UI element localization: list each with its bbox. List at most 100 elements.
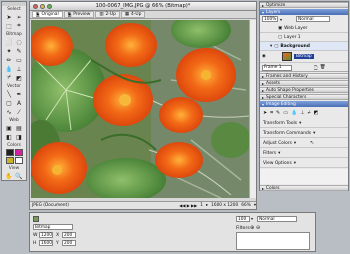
transform-commands-label: Transform Commands	[263, 130, 312, 136]
layer-opacity-field[interactable]: 100%	[262, 16, 278, 22]
pointer-tool-icon[interactable]: ➤	[5, 13, 13, 21]
inspector-remove-filter-icon[interactable]: ⊖	[256, 225, 260, 231]
adjust-colors-item[interactable]: Adjust Colors ▾ ↖	[260, 139, 348, 148]
layer-blend-select[interactable]: Normal	[296, 16, 331, 22]
stroke-color-swatch-2[interactable]	[6, 157, 14, 164]
slice-tool-icon[interactable]: ▤	[15, 124, 23, 132]
show-slices-icon[interactable]: ◨	[15, 133, 23, 141]
hotspot-tool-icon[interactable]: ▣	[5, 124, 13, 132]
vertical-scrollbar[interactable]	[249, 20, 256, 198]
inspector-opacity-field-2[interactable]: 100	[236, 216, 250, 222]
web-layer-icon: ▣	[278, 25, 283, 31]
paint-bucket-tool-icon[interactable]: ◩	[15, 74, 23, 82]
view-options-item[interactable]: View Options ▾	[260, 159, 348, 168]
tab-preview[interactable]: 🗎 Preview	[63, 11, 95, 18]
ie-crop-icon[interactable]: ⌗	[270, 110, 273, 116]
status-zoom[interactable]: 66%	[241, 203, 251, 208]
brush-tool-icon[interactable]: ✎	[15, 47, 23, 55]
tab-original[interactable]: 🗎 Original	[32, 11, 63, 18]
hide-slices-icon[interactable]: ◧	[5, 133, 13, 141]
optimize-panel-header[interactable]: ▸ Optimize	[260, 2, 348, 8]
tab-4up[interactable]: ▦ 4-Up	[120, 11, 146, 18]
line-tool-icon[interactable]: ╲	[5, 90, 13, 98]
rectangle-tool-icon[interactable]: ▢	[5, 99, 13, 107]
trash-icon[interactable]: 🗑	[320, 65, 326, 70]
minimize-button[interactable]	[40, 4, 45, 9]
window-controls	[33, 4, 52, 9]
magic-wand-tool-icon[interactable]: ✦	[5, 47, 13, 55]
tools-panel: Select ➤ ➢ ⬚ ⌗ Bitmap ⬜ ◌ ✦ ✎ ✏ ▭ 💧 ⊥ ⌿ …	[1, 1, 27, 181]
fill-color-swatch-2[interactable]	[15, 157, 23, 164]
zoom-button[interactable]	[47, 4, 52, 9]
document-titlebar[interactable]: 100-0067_IMG.JPG @ 66% (Bitmap)*	[30, 2, 256, 11]
colors-section-label: Colors	[7, 143, 21, 148]
scale-tool-icon[interactable]: ⬚	[5, 22, 13, 30]
status-page: 1	[200, 203, 203, 208]
height-field[interactable]: 1600	[39, 240, 53, 246]
ie-stamp-icon[interactable]: ⊥	[300, 110, 304, 116]
image-canvas[interactable]	[31, 20, 249, 198]
layers-footer: Frame 1 🗋 🗑	[260, 64, 348, 72]
transform-tools-item[interactable]: Transform Tools ▾	[260, 119, 348, 128]
play-control-icons[interactable]: ◀◀ ▶ ▶▶	[179, 203, 197, 208]
inspector-add-filter-icon[interactable]: ⊕	[250, 225, 254, 231]
x-field[interactable]: 200	[62, 232, 76, 238]
object-name-field[interactable]: Bitmap	[33, 224, 73, 230]
assets-panel-header[interactable]: ▸ Assets	[260, 80, 348, 86]
assets-expand-icon: ▸	[262, 80, 265, 86]
tab-2up[interactable]: ▥ 2-Up	[95, 11, 120, 18]
inspector-opacity-arrow-icon[interactable]: ▾	[251, 216, 253, 221]
flower-top-left	[31, 26, 73, 66]
inspector-blend-mode-select-2[interactable]: Normal	[257, 216, 297, 222]
transform-commands-item[interactable]: Transform Commands ▾	[260, 129, 348, 138]
fill-color-swatch[interactable]	[15, 149, 23, 156]
subselect-tool-icon[interactable]: ➢	[15, 13, 23, 21]
frames-history-panel-header[interactable]: ▸ Frames and History	[260, 73, 348, 79]
lasso-tool-icon[interactable]: ◌	[15, 38, 23, 46]
zoom-tool-icon[interactable]: 🔍	[15, 172, 23, 180]
layer-row-bitmap[interactable]: ◉ Bitmap	[260, 51, 348, 63]
width-field[interactable]: 1200	[39, 232, 53, 238]
marquee-tool-icon[interactable]: ⬜	[5, 38, 13, 46]
inspector-filters-list[interactable]	[236, 232, 310, 250]
layer-row-web[interactable]: ▣ Web Layer	[260, 24, 348, 33]
ie-brush-icon[interactable]: ✎	[276, 110, 280, 116]
text-tool-icon[interactable]: A	[15, 99, 23, 107]
pencil-tool-icon[interactable]: ✏	[5, 56, 13, 64]
frame-select[interactable]: Frame 1	[262, 64, 292, 71]
crop-tool-icon[interactable]: ⌗	[15, 22, 23, 30]
tools-panel-grip[interactable]	[2, 2, 26, 6]
filters-arrow-icon: ▾	[278, 150, 281, 156]
rubber-stamp-tool-icon[interactable]: ⊥	[15, 65, 23, 73]
layer-row-layer1[interactable]: ▢ Layer 1	[260, 33, 348, 42]
hand-tool-icon[interactable]: ✋	[5, 172, 13, 180]
zoom-dropdown-icon[interactable]: ▾	[254, 203, 256, 208]
eraser-tool-icon[interactable]: ▭	[15, 56, 23, 64]
status-document-type: JPEG (Document)	[32, 203, 69, 208]
colors-panel-header[interactable]: ▸ Colors	[260, 185, 348, 191]
layer-opacity-arrow-icon[interactable]: ▾	[280, 17, 282, 22]
y-field[interactable]: 200	[62, 240, 76, 246]
layer-row-background[interactable]: ▾ ▢ Background	[260, 42, 348, 51]
next-page-icon[interactable]: ▸	[206, 203, 208, 208]
close-button[interactable]	[33, 4, 38, 9]
ie-blur-icon[interactable]: 💧	[291, 110, 297, 116]
auto-shape-panel-header[interactable]: ▸ Auto Shape Properties	[260, 87, 348, 93]
auto-shape-expand-icon: ▸	[262, 87, 265, 93]
new-layer-icon[interactable]: 🗋	[314, 64, 318, 72]
special-characters-panel-header[interactable]: ▸ Special Characters	[260, 94, 348, 100]
eyedropper-tool-icon[interactable]: ⌿	[5, 74, 13, 82]
ie-bucket-icon[interactable]: ◩	[314, 110, 319, 116]
ie-eraser-icon[interactable]: ▭	[283, 110, 288, 116]
pen-tool-icon[interactable]: ✒	[15, 90, 23, 98]
ie-pointer-icon[interactable]: ➤	[263, 110, 267, 116]
knife-tool-icon[interactable]: ⁄	[15, 108, 23, 116]
image-editing-panel-header[interactable]: ▾ Image Editing	[260, 101, 348, 107]
ie-dropper-icon[interactable]: ⌿	[308, 110, 311, 116]
stroke-color-swatch[interactable]	[6, 149, 14, 156]
inspector-blend-mode-text: Normal	[259, 216, 275, 222]
blur-tool-icon[interactable]: 💧	[5, 65, 13, 73]
eye-icon[interactable]: ◉	[262, 54, 266, 59]
filters-item[interactable]: Filters ▾	[260, 149, 348, 158]
freeform-tool-icon[interactable]: ∿	[5, 108, 13, 116]
